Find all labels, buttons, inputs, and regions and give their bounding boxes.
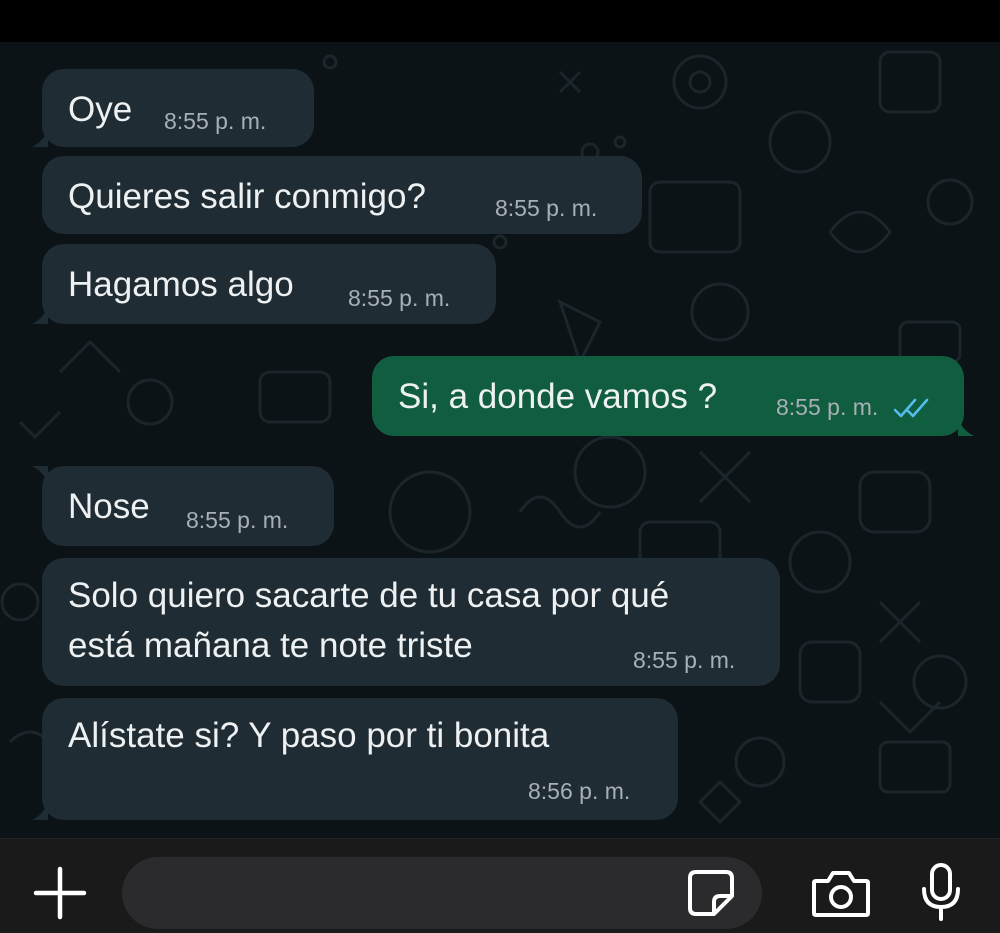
message-bubble-incoming[interactable]: Oye 8:55 p. m. (32, 69, 314, 147)
microphone-icon[interactable] (918, 861, 964, 923)
message-bubble-incoming[interactable]: Hagamos algo 8:55 p. m. (32, 244, 496, 324)
chat-area[interactable]: Oye 8:55 p. m. Quieres salir conmigo? 8:… (0, 42, 1000, 838)
bubble-tail (32, 129, 48, 147)
message-text: Oye (68, 90, 133, 129)
message-timestamp: 8:55 p. m. (633, 647, 736, 673)
message-bubble-outgoing[interactable]: Si, a donde vamos ? 8:55 p. m. (372, 356, 974, 436)
message-timestamp: 8:56 p. m. (528, 778, 631, 804)
message-text-line: está mañana te note triste (68, 626, 473, 665)
message-timestamp: 8:55 p. m. (776, 393, 929, 421)
message-timestamp: 8:55 p. m. (186, 507, 289, 533)
message-text-line: Solo quiero sacarte de tu casa por qué (68, 576, 670, 615)
message-text: Alístate si? Y paso por ti bonita (68, 716, 550, 755)
message-timestamp: 8:55 p. m. (164, 108, 267, 134)
message-text: Si, a donde vamos ? (398, 377, 718, 416)
plus-icon[interactable] (32, 865, 88, 921)
bubble-tail (32, 466, 48, 484)
message-bubble-incoming[interactable]: Quieres salir conmigo? 8:55 p. m. (42, 156, 642, 234)
status-bar (0, 0, 1000, 42)
message-bubble-incoming[interactable]: Nose 8:55 p. m. (32, 466, 334, 546)
bubble-tail (32, 306, 48, 324)
message-bubble-incoming[interactable]: Solo quiero sacarte de tu casa por qué e… (42, 558, 780, 686)
message-time-label: 8:55 p. m. (776, 394, 879, 420)
message-text: Nose (68, 487, 150, 526)
camera-icon[interactable] (810, 867, 872, 921)
message-timestamp: 8:55 p. m. (348, 285, 451, 311)
double-check-icon (893, 398, 928, 418)
bubble-tail (32, 802, 48, 820)
input-bar (0, 838, 1000, 933)
bubble-tail (958, 418, 974, 436)
message-text: Quieres salir conmigo? (68, 177, 426, 216)
message-input[interactable] (122, 857, 762, 929)
sticker-icon[interactable] (686, 868, 736, 918)
message-bubble-incoming[interactable]: Alístate si? Y paso por ti bonita 8:56 p… (32, 698, 678, 820)
message-timestamp: 8:55 p. m. (495, 195, 598, 221)
message-text: Hagamos algo (68, 265, 294, 304)
